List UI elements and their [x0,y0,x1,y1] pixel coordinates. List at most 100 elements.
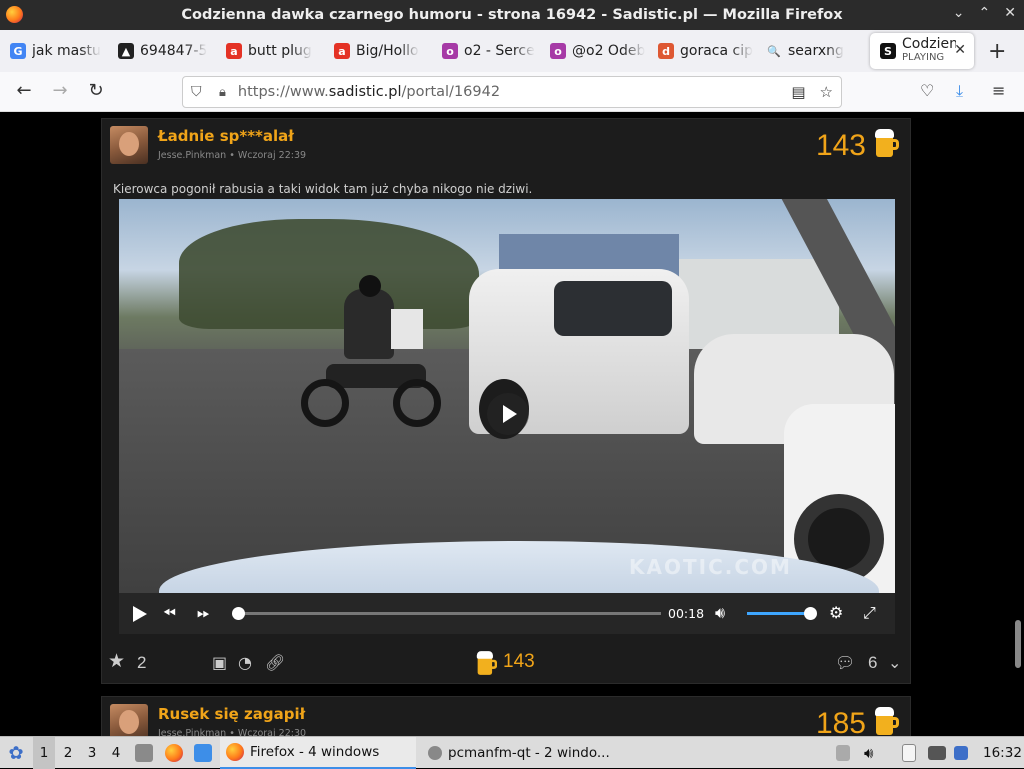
o2-icon: o [442,43,458,59]
task-pcmanfm[interactable]: pcmanfm-qt - 2 windo... [422,737,618,769]
workspace-3[interactable]: 3 [81,737,103,769]
expand-chevron-icon[interactable]: ⌄ [888,653,901,672]
video-controls: ⏪︎ ⏩︎ 00:18 🔊︎ ⚙︎ ⤢ [119,593,895,634]
rewind-icon[interactable]: ⏪︎ [163,603,176,623]
post-author[interactable]: Jesse.Pinkman [158,150,226,161]
sadistic-favicon-icon: S [880,43,896,59]
facebook-icon[interactable]: ▣ [212,653,227,672]
workspace-4[interactable]: 4 [105,737,127,769]
post: Rusek się zagapił Jesse.Pinkman • Wczora… [101,696,911,736]
clipboard-tray-icon[interactable] [902,737,922,769]
volume-slider[interactable] [747,607,817,620]
avatar[interactable] [110,704,148,736]
network-tray-icon[interactable] [954,737,974,769]
workspace-1[interactable]: 1 [33,737,55,769]
link-icon[interactable]: 🔗︎ [265,653,285,672]
tab-label: Big/Hollo [356,43,419,59]
new-tab-button[interactable]: + [988,39,1006,64]
page-scrollbar[interactable] [1015,620,1021,668]
tab-4[interactable]: a Big/Hollo [324,34,432,68]
task-firefox[interactable]: Firefox - 4 windows [220,737,416,769]
video-time: 00:18 [668,606,705,621]
lock-icon[interactable]: 🔒︎ [219,85,226,100]
url-text[interactable]: https://www.sadistic.pl/portal/16942 [238,84,500,100]
volume-knob[interactable] [804,607,817,620]
downloads-icon[interactable]: ⤓ [956,81,963,101]
fast-forward-icon[interactable]: ⏩︎ [197,603,210,623]
search-icon: 🔍 [767,44,781,58]
tab-close-icon[interactable]: ✕ [954,42,966,58]
video-frame[interactable]: KAOTIC.COM [119,199,895,593]
tab-5[interactable]: o o2 - Serce [432,34,540,68]
display-tray-icon[interactable] [928,737,952,769]
tab-1[interactable]: Gjak mastu [0,34,108,68]
messenger-icon[interactable]: ◔ [238,653,252,672]
star-count: 2 [137,653,147,672]
bookmark-star-icon[interactable]: ☆ [820,83,833,101]
post-title[interactable]: Ładnie sp***alał [158,127,294,145]
navigation-bar: ← → ↻ ⛉ 🔒︎ https://www.sadistic.pl/porta… [0,72,1024,112]
post-meta: Jesse.Pinkman • Wczoraj 22:30 [158,728,306,736]
tab-label: @o2 Odeb [572,43,646,59]
tab-3[interactable]: a butt plug [216,34,324,68]
fullscreen-icon[interactable]: ⤢ [863,603,876,623]
tab-2[interactable]: ▲ 694847-5 [108,34,216,68]
settings-gear-icon[interactable]: ⚙︎ [829,603,843,622]
firefox-launcher-icon[interactable] [165,737,189,769]
firefox-icon [6,6,23,23]
reload-button[interactable]: ↻ [84,80,108,101]
video-player[interactable]: KAOTIC.COM ⏪︎ ⏩︎ 00:18 🔊︎ ⚙︎ ⤢ [119,199,895,634]
mountain-icon: ▲ [118,43,134,59]
post-description: Kierowca pogonił rabusia a taki widok ta… [113,182,533,196]
aliexpress-icon: a [334,43,350,59]
tab-7[interactable]: d goraca cip [648,34,756,68]
big-play-button[interactable] [487,393,529,435]
progress-knob[interactable] [232,607,245,620]
tab-label: Codzienn [902,37,956,52]
tab-label: goraca cip [680,43,753,59]
window-title: Codzienna dawka czarnego humoru - strona… [181,7,843,23]
url-bar[interactable]: ⛉ 🔒︎ https://www.sadistic.pl/portal/1694… [182,76,842,108]
minimize-button[interactable]: ⌄ [953,5,965,21]
file-manager-icon[interactable] [135,737,159,769]
clock[interactable]: 16:32 [983,737,1022,769]
task-label: pcmanfm-qt - 2 windo... [448,745,610,761]
tab-active[interactable]: S Codzienn PLAYING ✕ [870,33,974,69]
o2-icon: o [550,43,566,59]
post-author[interactable]: Jesse.Pinkman [158,728,226,736]
comment-count: 6 [868,653,878,672]
post-footer: ★ 2 ▣ ◔ 🔗︎ 143 💬︎ 6 ⌄ [102,639,912,683]
workspace-2[interactable]: 2 [57,737,79,769]
forward-button[interactable]: → [48,80,72,101]
volume-tray-icon[interactable]: 🔊︎ [864,737,873,769]
shield-icon[interactable]: ⛉ [191,84,205,100]
avatar[interactable] [110,126,148,164]
video-progress-bar[interactable] [232,607,661,620]
pocket-icon[interactable]: ♡ [920,81,934,100]
back-button[interactable]: ← [12,80,36,101]
reader-view-icon[interactable]: ▤ [791,83,805,101]
volume-icon[interactable]: 🔊︎ [715,603,725,623]
beer-icon[interactable] [875,129,899,157]
beer-icon[interactable] [875,707,899,735]
star-icon[interactable]: ★ [108,650,125,672]
tab-6[interactable]: o @o2 Odeb [540,34,648,68]
tab-8[interactable]: 🔍 searxng [756,34,864,68]
post-title[interactable]: Rusek się zagapił [158,705,305,723]
close-button[interactable]: ✕ [1004,5,1016,21]
tray-up-icon[interactable] [836,737,856,769]
menu-icon[interactable]: ≡ [992,81,1005,100]
page-content: Ładnie sp***alał Jesse.Pinkman • Wczoraj… [0,112,1024,736]
beer-icon[interactable] [476,651,498,675]
play-icon[interactable] [133,606,147,622]
google-icon: G [10,43,26,59]
maximize-button[interactable]: ⌃ [979,5,991,21]
comments-icon[interactable]: 💬︎ [835,653,855,672]
beer-score: 143 [503,651,535,672]
tab-label: 694847-5 [140,43,208,59]
start-menu-icon[interactable]: ✿ [4,737,28,769]
desktop-icon[interactable] [194,737,218,769]
tab-label: butt plug [248,43,312,59]
post-time: Wczoraj 22:39 [237,150,307,161]
post-score: 185 [815,707,866,736]
